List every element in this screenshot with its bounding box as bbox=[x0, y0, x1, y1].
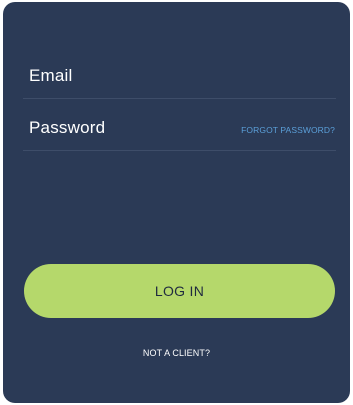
email-field[interactable]: Email bbox=[23, 56, 340, 100]
forgot-password-link[interactable]: FORGOT PASSWORD? bbox=[241, 125, 335, 135]
login-card: Email Password FORGOT PASSWORD? LOG IN N… bbox=[3, 2, 350, 403]
login-button[interactable]: LOG IN bbox=[24, 264, 335, 318]
not-a-client-link[interactable]: NOT A CLIENT? bbox=[3, 348, 350, 358]
email-input[interactable] bbox=[23, 56, 340, 100]
password-field[interactable]: Password FORGOT PASSWORD? bbox=[23, 108, 340, 152]
